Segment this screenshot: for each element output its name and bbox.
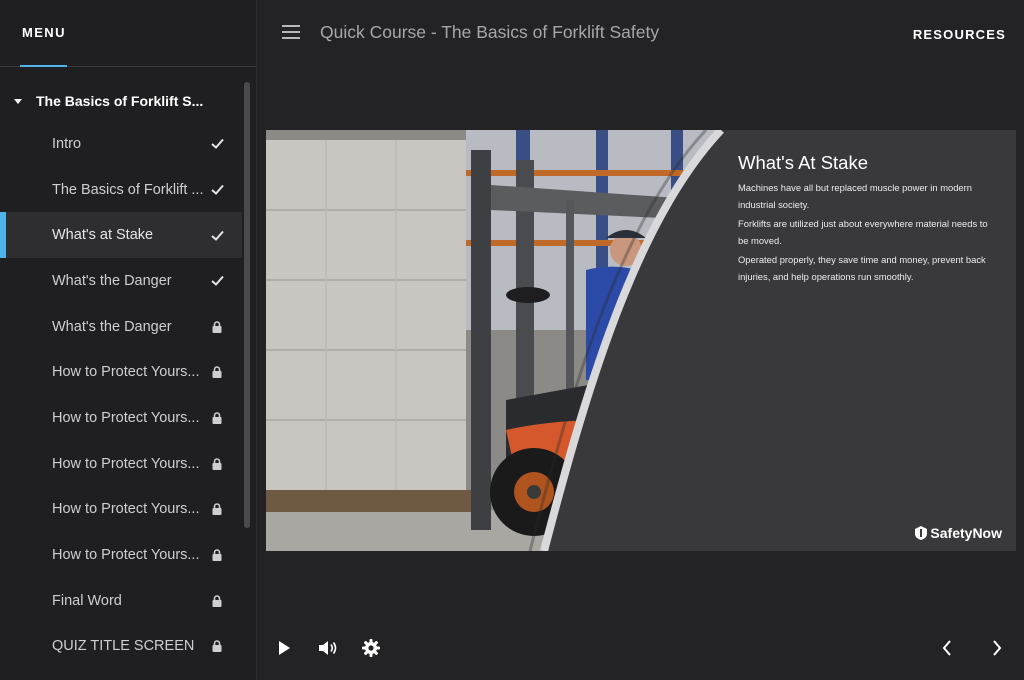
lesson-label: QUIZ TITLE SCREEN xyxy=(52,638,195,655)
lesson-label: What's the Danger xyxy=(52,318,172,335)
slide-paragraph: Forklifts are utilized just about everyw… xyxy=(738,218,988,246)
lesson-item[interactable]: What's the Danger xyxy=(0,258,242,304)
lesson-item[interactable]: Final Word xyxy=(0,578,242,624)
sidebar-scrollbar[interactable] xyxy=(244,82,250,528)
resources-button[interactable]: RESOURCES xyxy=(913,27,1006,42)
player-controls xyxy=(257,628,1024,668)
lesson-label: How to Protect Yours... xyxy=(52,547,200,564)
lock-icon xyxy=(210,320,224,334)
slide-content: What's At Stake Machines have all but re… xyxy=(266,130,1016,551)
lesson-item[interactable]: How to Protect Yours... xyxy=(0,395,242,441)
check-icon xyxy=(210,228,224,242)
lesson-label: What's at Stake xyxy=(52,227,154,244)
top-bar: Quick Course - The Basics of Forklift Sa… xyxy=(257,0,1024,66)
safetynow-logo-icon xyxy=(915,526,928,540)
previous-chevron-icon[interactable] xyxy=(931,628,963,668)
lock-icon xyxy=(210,457,224,471)
lesson-label: What's the Danger xyxy=(52,272,172,289)
section-title: The Basics of Forklift S... xyxy=(36,93,204,109)
slide-paragraph: Operated properly, they save time and mo… xyxy=(738,254,986,282)
course-sidebar: MENU The Basics of Forklift S... Intro T… xyxy=(0,0,257,680)
lesson-item[interactable]: How to Protect Yours... xyxy=(0,349,242,395)
next-chevron-icon[interactable] xyxy=(981,628,1013,668)
lesson-label: How to Protect Yours... xyxy=(52,364,200,381)
lesson-item[interactable]: How to Protect Yours... xyxy=(0,487,242,533)
check-icon xyxy=(210,183,224,197)
course-title: Quick Course - The Basics of Forklift Sa… xyxy=(320,22,660,42)
lesson-list: Intro The Basics of Forklift ... What's … xyxy=(0,121,242,669)
menu-tab-indicator xyxy=(20,65,67,67)
lesson-item-active[interactable]: What's at Stake xyxy=(0,212,242,259)
lesson-item[interactable]: How to Protect Yours... xyxy=(0,441,242,487)
play-icon[interactable] xyxy=(268,628,300,668)
slide-body: Machines have all but replaced muscle po… xyxy=(738,180,993,288)
slide-paragraph: Machines have all but replaced muscle po… xyxy=(738,182,972,210)
slide-heading: What's At Stake xyxy=(738,152,869,173)
check-icon xyxy=(210,137,224,151)
course-section-header[interactable]: The Basics of Forklift S... xyxy=(0,82,242,120)
menu-tab[interactable]: MENU xyxy=(22,25,66,40)
check-icon xyxy=(210,274,224,288)
lesson-item[interactable]: The Basics of Forklift ... xyxy=(0,167,242,213)
lesson-item[interactable]: QUIZ TITLE SCREEN xyxy=(0,624,242,670)
safetynow-logo: SafetyNow xyxy=(914,525,1002,541)
hamburger-menu-icon[interactable] xyxy=(282,25,300,39)
lock-icon xyxy=(210,594,224,608)
lesson-item[interactable]: What's the Danger xyxy=(0,304,242,350)
lesson-item[interactable]: Intro xyxy=(0,121,242,167)
lesson-label: The Basics of Forklift ... xyxy=(52,181,204,198)
settings-gear-icon[interactable] xyxy=(355,628,387,668)
lesson-label: How to Protect Yours... xyxy=(52,501,200,518)
lock-icon xyxy=(210,502,224,516)
logo-text: SafetyNow xyxy=(930,525,1002,541)
lesson-label: How to Protect Yours... xyxy=(52,455,200,472)
lock-icon xyxy=(210,365,224,379)
volume-icon[interactable] xyxy=(312,628,344,668)
lesson-label: Final Word xyxy=(52,592,122,609)
lock-icon xyxy=(210,639,224,653)
lesson-item[interactable]: How to Protect Yours... xyxy=(0,532,242,578)
lock-icon xyxy=(210,411,224,425)
caret-down-icon xyxy=(14,98,22,104)
sidebar-header: MENU xyxy=(0,0,256,67)
lesson-label: Intro xyxy=(52,135,82,152)
lesson-label: How to Protect Yours... xyxy=(52,409,200,426)
lock-icon xyxy=(210,548,224,562)
